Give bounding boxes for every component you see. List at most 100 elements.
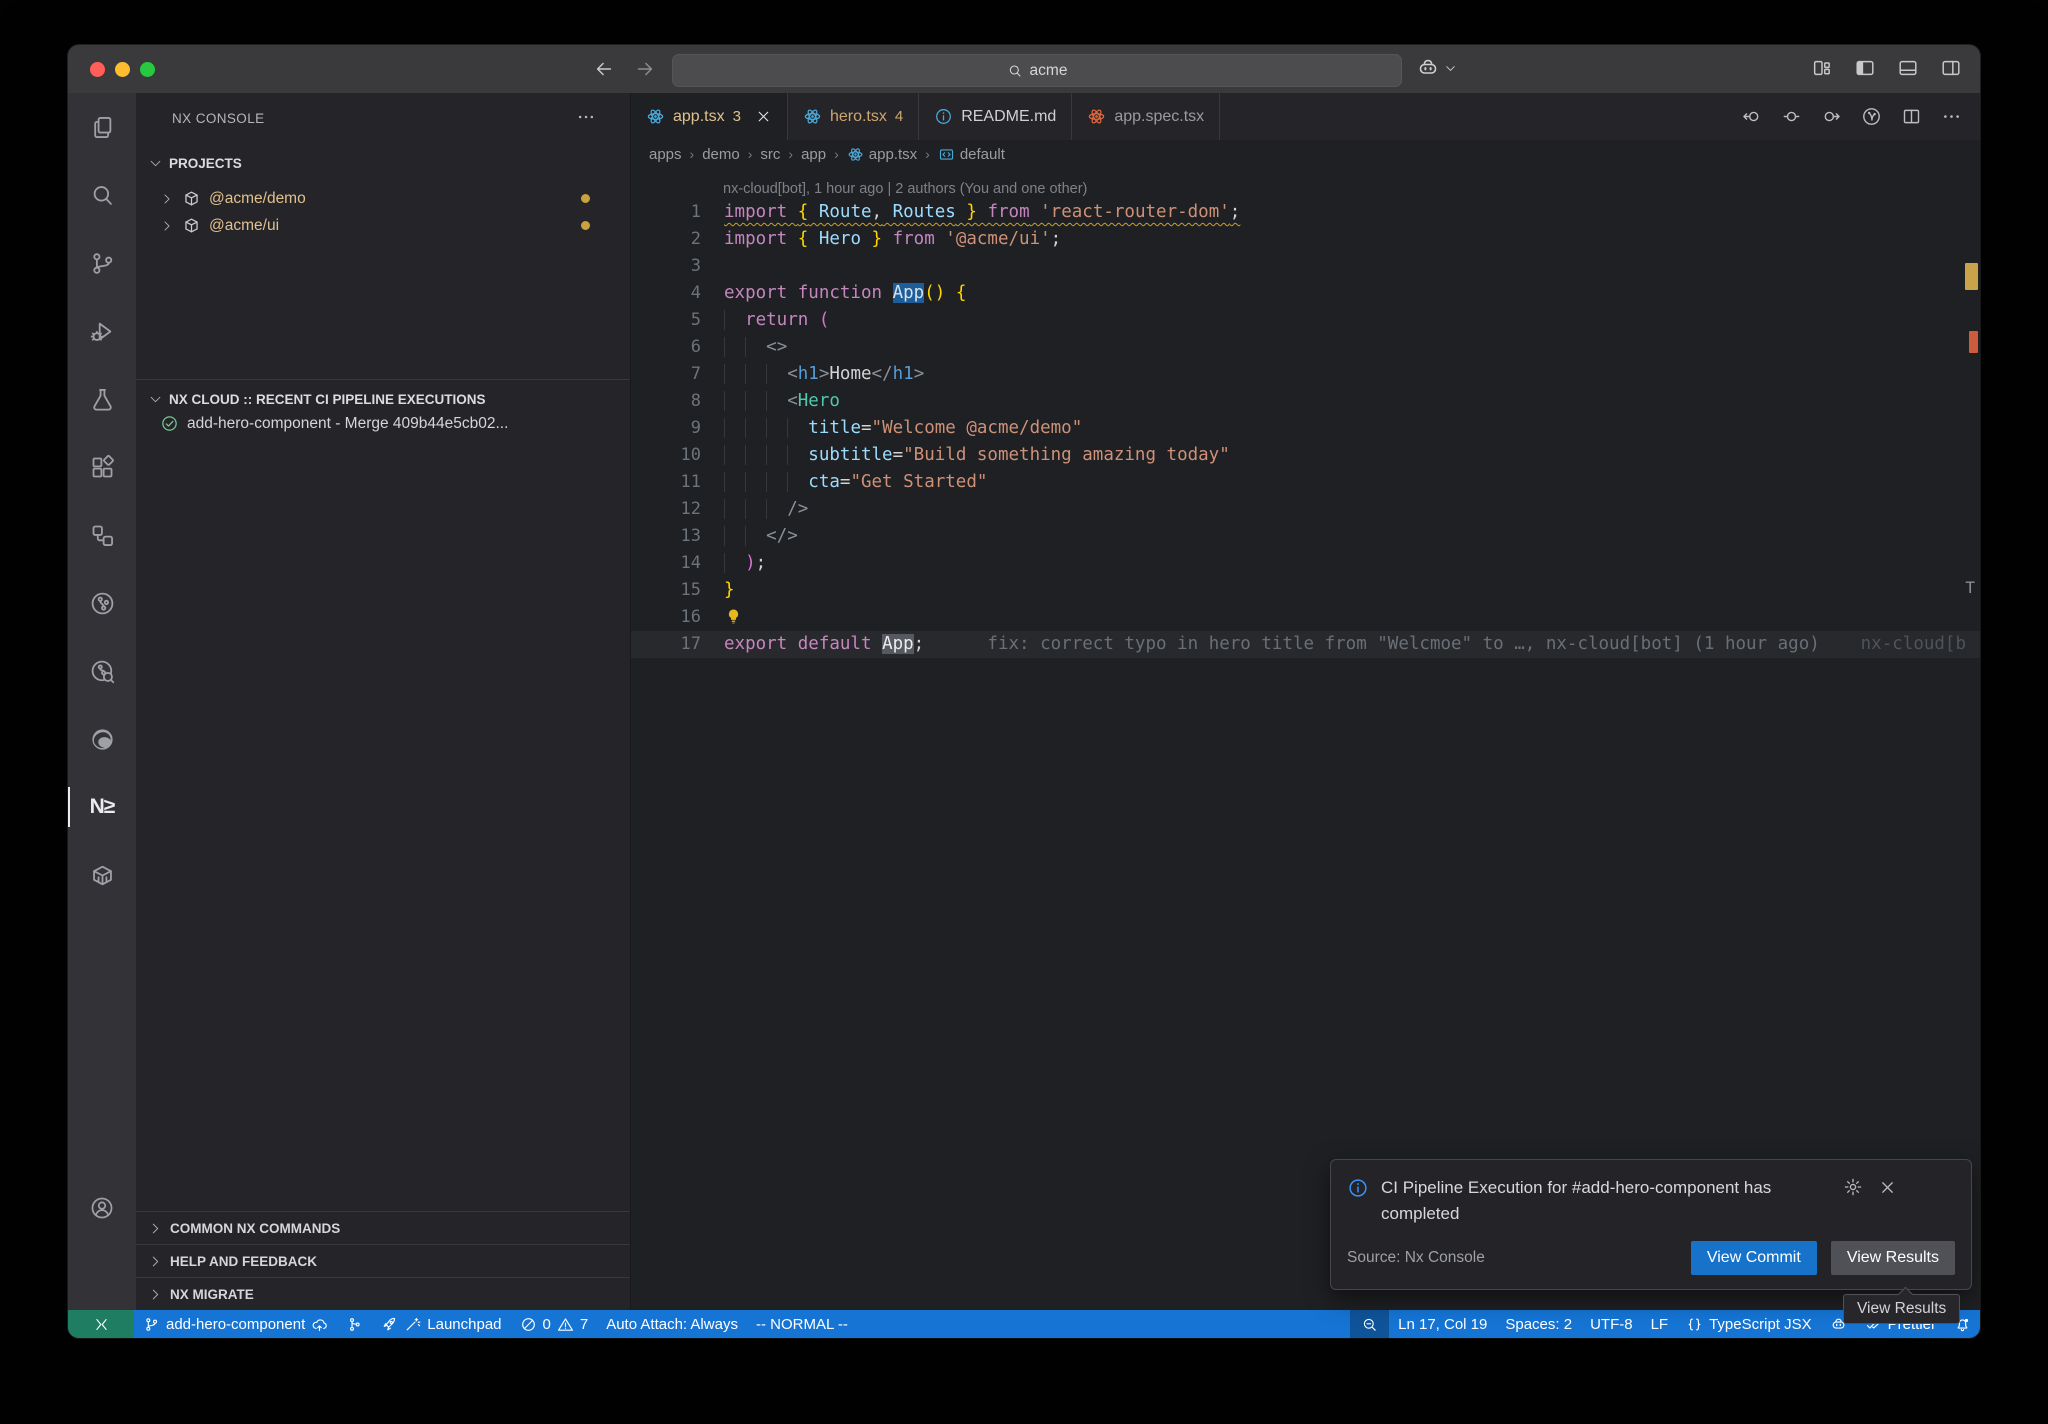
tab-README.md[interactable]: README.md <box>919 93 1072 140</box>
breadcrumb-item-apps[interactable]: apps <box>649 146 682 163</box>
code-line-13[interactable]: 13 </> <box>631 523 1980 550</box>
history-back-icon[interactable] <box>593 58 615 80</box>
layout-sidebar-icon[interactable] <box>1854 57 1876 79</box>
code-line-15[interactable]: 15} <box>631 577 1980 604</box>
nav-forward-icon[interactable] <box>1821 106 1842 127</box>
code-line-3[interactable]: 3 <box>631 253 1980 280</box>
tab-app.tsx[interactable]: app.tsx3 <box>631 93 788 140</box>
breadcrumb-item-default[interactable]: default <box>938 146 1005 163</box>
activity-graph-search[interactable] <box>68 637 136 705</box>
split-editor-icon[interactable] <box>1901 106 1922 127</box>
code-text: /> <box>724 496 808 523</box>
activity-nx-console[interactable]: N≥ <box>68 773 136 841</box>
tab-app.spec.tsx[interactable]: app.spec.tsx <box>1072 93 1220 140</box>
activity-edge-browser[interactable] <box>68 705 136 773</box>
code-line-9[interactable]: 9 title="Welcome @acme/demo" <box>631 415 1980 442</box>
close-icon[interactable] <box>755 108 772 125</box>
ellipsis-icon[interactable] <box>1941 106 1962 127</box>
tab-hero.tsx[interactable]: hero.tsx4 <box>788 93 919 140</box>
status-launchpad[interactable]: Launchpad <box>372 1310 510 1338</box>
activity-commit-graph[interactable] <box>68 569 136 637</box>
code-line-5[interactable]: 5 return ( <box>631 307 1980 334</box>
status-vim-mode[interactable]: -- NORMAL -- <box>747 1310 857 1338</box>
nav-back-icon[interactable] <box>1741 106 1762 127</box>
command-center-search[interactable]: acme <box>672 54 1402 87</box>
commit-graph-icon <box>89 590 116 617</box>
code-editor[interactable]: nx-cloud[bot], 1 hour ago | 2 authors (Y… <box>631 168 1980 1310</box>
status-remote-indicator[interactable] <box>68 1310 134 1338</box>
line-number: 17 <box>631 631 701 658</box>
code-text: ); <box>724 550 766 577</box>
status-encoding[interactable]: UTF-8 <box>1581 1310 1642 1338</box>
code-line-4[interactable]: 4export function App() { <box>631 280 1980 307</box>
more-actions-icon[interactable] <box>576 107 596 127</box>
breadcrumb-label: app <box>801 146 826 163</box>
activity-search[interactable] <box>68 161 136 229</box>
code-line-6[interactable]: 6 <> <box>631 334 1980 361</box>
code-line-12[interactable]: 12 /> <box>631 496 1980 523</box>
activity-account[interactable] <box>68 1174 136 1242</box>
section-nx-migrate[interactable]: NX MIGRATE <box>136 1277 630 1310</box>
code-line-2[interactable]: 2import { Hero } from '@acme/ui'; <box>631 226 1980 253</box>
breadcrumb-separator: › <box>748 146 753 162</box>
project-label: @acme/demo <box>209 190 306 208</box>
status-language-mode[interactable]: TypeScript JSX <box>1677 1310 1821 1338</box>
copilot-menu-button[interactable] <box>1416 56 1457 80</box>
view-results-button[interactable]: View Results <box>1831 1241 1955 1275</box>
breadcrumb-item-app.tsx[interactable]: app.tsx <box>847 146 917 163</box>
breadcrumb-item-src[interactable]: src <box>760 146 780 163</box>
section-common-nx-commands[interactable]: COMMON NX COMMANDS <box>136 1211 630 1244</box>
code-line-14[interactable]: 14 ); <box>631 550 1980 577</box>
extensions-icon <box>89 454 116 481</box>
activity-containers[interactable] <box>68 841 136 909</box>
code-line-8[interactable]: 8 <Hero <box>631 388 1980 415</box>
layout-customize-icon[interactable] <box>1811 57 1833 79</box>
status-indentation[interactable]: Spaces: 2 <box>1496 1310 1581 1338</box>
activity-hierarchy[interactable] <box>68 501 136 569</box>
code-line-17[interactable]: 17nx-cloud[bexport default App; fix: cor… <box>631 631 1980 658</box>
status-git-branch[interactable]: add-hero-component <box>134 1310 337 1338</box>
activity-testing[interactable] <box>68 365 136 433</box>
activity-extensions[interactable] <box>68 433 136 501</box>
activity-settings[interactable] <box>68 1242 136 1310</box>
history-forward-icon[interactable] <box>634 58 656 80</box>
status-screencast-zoom[interactable] <box>1350 1310 1389 1338</box>
breadcrumb-item-demo[interactable]: demo <box>702 146 740 163</box>
project-@acme/demo[interactable]: @acme/demo <box>136 185 630 212</box>
code-line-10[interactable]: 10 subtitle="Build something amazing tod… <box>631 442 1980 469</box>
tab-label: app.tsx <box>673 108 725 126</box>
notification-close-icon[interactable] <box>1878 1177 1897 1197</box>
layout-secondary-icon[interactable] <box>1940 57 1962 79</box>
activity-explorer[interactable] <box>68 93 136 161</box>
status-text: UTF-8 <box>1590 1316 1633 1333</box>
sidebar-title: NX CONSOLE <box>172 111 265 126</box>
project-@acme/ui[interactable]: @acme/ui <box>136 212 630 239</box>
code-text: <Hero <box>724 388 840 415</box>
pipeline-execution-item[interactable]: add-hero-component - Merge 409b44e5cb02.… <box>136 410 630 437</box>
notification-settings-icon[interactable] <box>1843 1177 1863 1197</box>
lightbulb-icon[interactable] <box>724 607 743 626</box>
activity-run-debug[interactable] <box>68 297 136 365</box>
maximize-window-button[interactable] <box>140 62 155 77</box>
code-line-7[interactable]: 7 <h1>Home</h1> <box>631 361 1980 388</box>
layout-panel-icon[interactable] <box>1897 57 1919 79</box>
status-cursor-position[interactable]: Ln 17, Col 19 <box>1389 1310 1496 1338</box>
run-circle-icon[interactable] <box>1861 106 1882 127</box>
close-window-button[interactable] <box>90 62 105 77</box>
status-eol[interactable]: LF <box>1642 1310 1678 1338</box>
status-git-graph[interactable] <box>337 1310 372 1338</box>
nx-cloud-header[interactable]: NX CLOUD :: RECENT CI PIPELINE EXECUTION… <box>136 386 630 412</box>
minimize-window-button[interactable] <box>115 62 130 77</box>
code-line-16[interactable]: 16 <box>631 604 1980 631</box>
section-help-and-feedback[interactable]: HELP AND FEEDBACK <box>136 1244 630 1277</box>
activity-source-control[interactable] <box>68 229 136 297</box>
code-line-1[interactable]: 1import { Route, Routes } from 'react-ro… <box>631 199 1980 226</box>
view-commit-button[interactable]: View Commit <box>1691 1241 1817 1275</box>
code-line-11[interactable]: 11 cta="Get Started" <box>631 469 1980 496</box>
nav-circle-icon[interactable] <box>1781 106 1802 127</box>
breadcrumb-item-app[interactable]: app <box>801 146 826 163</box>
status-auto-attach[interactable]: Auto Attach: Always <box>597 1310 747 1338</box>
status-problems[interactable]: 07 <box>511 1310 598 1338</box>
section-projects[interactable]: PROJECTS <box>136 150 630 176</box>
section-nx-cloud: NX CLOUD :: RECENT CI PIPELINE EXECUTION… <box>136 379 630 433</box>
